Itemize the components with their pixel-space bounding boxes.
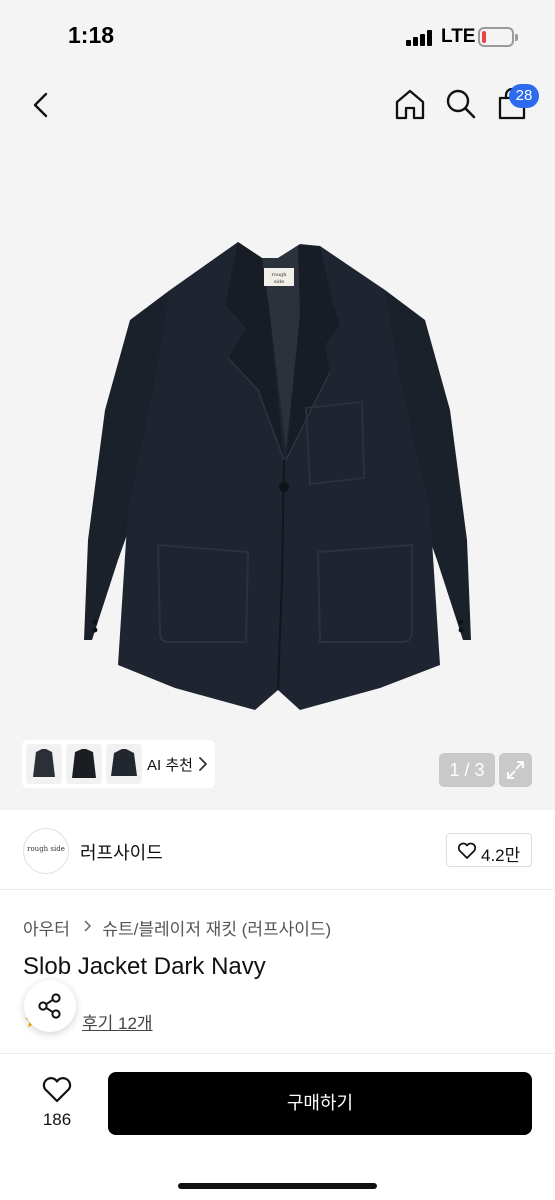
- back-icon[interactable]: [26, 88, 56, 122]
- wishlist-count: 186: [42, 1110, 72, 1129]
- navigation-bar: 28: [0, 74, 555, 140]
- heart-icon[interactable]: [41, 1076, 73, 1104]
- ai-thumbnail-3[interactable]: [106, 744, 142, 784]
- ai-thumbnail-1[interactable]: [26, 744, 62, 784]
- expand-image-button[interactable]: [499, 753, 532, 787]
- ai-thumbnail-2[interactable]: [66, 744, 102, 784]
- expand-icon: [507, 761, 524, 779]
- heart-outline-icon: [457, 842, 477, 859]
- breadcrumb-item-outer[interactable]: 아우터: [23, 915, 70, 940]
- buy-button[interactable]: 구매하기: [108, 1072, 532, 1135]
- home-indicator: [178, 1183, 377, 1189]
- breadcrumb-item-category[interactable]: 슈트/블레이저 재킷 (러프사이드): [102, 915, 331, 940]
- home-icon[interactable]: [393, 87, 427, 121]
- status-time: 1:18: [68, 22, 115, 48]
- product-image-gallery[interactable]: rough side AI 추천 1 / 3: [0, 140, 555, 810]
- product-title: Slob Jacket Dark Navy: [23, 953, 266, 980]
- breadcrumb-chevron-icon: [84, 920, 91, 932]
- search-icon[interactable]: [444, 87, 478, 121]
- status-bar: 1:18 LTE: [0, 0, 555, 74]
- brand-logo-text: rough side: [27, 845, 65, 853]
- category-breadcrumb: 아우터 슈트/블레이저 재킷 (러프사이드): [23, 915, 331, 939]
- chevron-right-icon: [199, 757, 207, 771]
- svg-text:rough: rough: [271, 272, 287, 278]
- ai-recommendation-label: AI 추천: [147, 757, 193, 774]
- review-link[interactable]: 후기 12개: [82, 1009, 153, 1034]
- signal-icon: [406, 30, 434, 46]
- svg-text:side: side: [274, 279, 284, 285]
- brand-like-button[interactable]: 4.2만: [446, 833, 532, 867]
- brand-row: rough side 러프사이드 4.2만: [0, 810, 555, 890]
- battery-icon: [478, 27, 518, 47]
- brand-logo[interactable]: rough side: [23, 828, 69, 874]
- product-jacket-image: rough side: [84, 242, 471, 710]
- cart-count-badge: 28: [509, 84, 539, 108]
- share-icon: [38, 993, 61, 1019]
- share-button[interactable]: [24, 980, 76, 1032]
- ai-recommendation-chip[interactable]: AI 추천: [22, 740, 215, 788]
- image-page-indicator: 1 / 3: [439, 753, 495, 787]
- brand-like-count: 4.2만: [481, 846, 521, 865]
- brand-name[interactable]: 러프사이드: [80, 839, 163, 865]
- network-label: LTE: [441, 26, 476, 47]
- purchase-bar: 186 구매하기: [0, 1053, 555, 1200]
